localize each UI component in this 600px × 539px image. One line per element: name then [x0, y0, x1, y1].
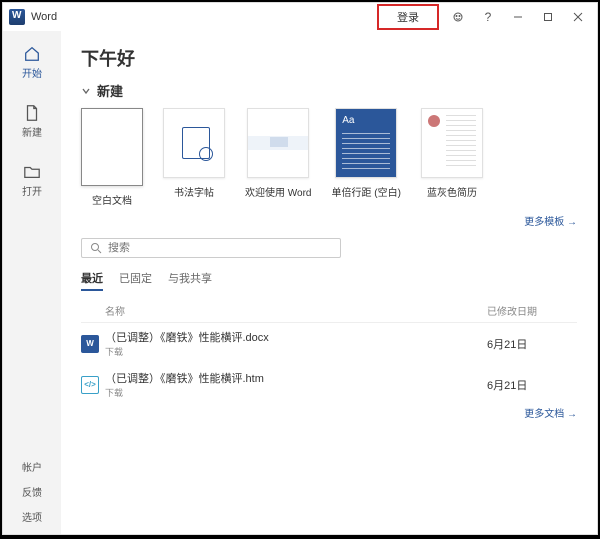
sidebar-item-options[interactable]: 选项: [22, 509, 42, 524]
template-label: 蓝灰色简历: [427, 184, 477, 199]
maximize-button[interactable]: [533, 6, 563, 28]
search-icon: [90, 242, 102, 254]
template-list: 空白文档 书法字帖 欢迎使用 Word 单倍行距 (空白) 蓝灰色简历: [81, 108, 577, 207]
emoji-icon[interactable]: [443, 6, 473, 28]
template-label: 单倍行距 (空白): [332, 184, 401, 199]
sidebar-label-open: 打开: [22, 183, 42, 198]
sidebar-item-feedback[interactable]: 反馈: [22, 484, 42, 499]
close-button[interactable]: [563, 6, 593, 28]
word-app-icon: [9, 9, 25, 25]
template-label: 欢迎使用 Word: [245, 184, 312, 199]
template-thumb: [163, 108, 225, 178]
more-documents-link[interactable]: 更多文档 →: [81, 405, 577, 420]
sidebar-label-new: 新建: [22, 124, 42, 139]
sidebar-item-open[interactable]: 打开: [3, 159, 61, 202]
signin-label: 登录: [397, 12, 419, 24]
template-calligraphy[interactable]: 书法字帖: [163, 108, 225, 207]
minimize-button[interactable]: [503, 6, 533, 28]
new-section-label: 新建: [97, 81, 123, 100]
template-welcome[interactable]: 欢迎使用 Word: [245, 108, 312, 207]
chevron-down-icon: [81, 86, 91, 96]
tab-recent[interactable]: 最近: [81, 270, 103, 291]
search-box[interactable]: [81, 238, 341, 258]
file-date: 6月21日: [487, 336, 577, 352]
template-thumb: [81, 108, 143, 186]
sidebar-item-home[interactable]: 开始: [3, 41, 61, 84]
template-label: 空白文档: [92, 192, 132, 207]
tab-shared[interactable]: 与我共享: [168, 270, 212, 291]
template-thumb: [247, 108, 309, 178]
template-resume[interactable]: 蓝灰色简历: [421, 108, 483, 207]
template-single-space[interactable]: 单倍行距 (空白): [332, 108, 401, 207]
file-name: （已调整）《磨铁》性能横评.htm: [105, 370, 487, 386]
htm-file-icon: </>: [81, 376, 99, 394]
template-label: 书法字帖: [174, 184, 214, 199]
greeting-heading: 下午好: [81, 45, 577, 71]
signin-button[interactable]: 登录: [377, 4, 439, 30]
tab-pinned[interactable]: 已固定: [119, 270, 152, 291]
more-templates-link[interactable]: 更多模板 →: [81, 213, 577, 228]
file-name: （已调整）《磨铁》性能横评.docx: [105, 329, 487, 345]
sidebar: 开始 新建 打开 帐户 反馈 选项: [3, 31, 61, 534]
folder-icon: [23, 163, 41, 181]
sidebar-item-account[interactable]: 帐户: [22, 459, 42, 474]
col-name: 名称: [105, 303, 487, 318]
file-row[interactable]: W （已调整）《磨铁》性能横评.docx 下载 6月21日: [81, 323, 577, 364]
search-input[interactable]: [108, 242, 332, 254]
file-date: 6月21日: [487, 377, 577, 393]
template-blank[interactable]: 空白文档: [81, 108, 143, 207]
col-date: 已修改日期: [487, 303, 577, 318]
recent-tabs: 最近 已固定 与我共享: [81, 270, 577, 291]
main-panel: 下午好 新建 空白文档 书法字帖 欢迎使用 Word: [61, 31, 597, 534]
template-thumb: [335, 108, 397, 178]
file-location: 下载: [105, 345, 487, 358]
sidebar-item-new[interactable]: 新建: [3, 100, 61, 143]
template-thumb: [421, 108, 483, 178]
file-row[interactable]: </> （已调整）《磨铁》性能横评.htm 下载 6月21日: [81, 364, 577, 405]
file-location: 下载: [105, 386, 487, 399]
sidebar-label-home: 开始: [22, 65, 42, 80]
help-icon[interactable]: ?: [473, 6, 503, 28]
file-list-header: 名称 已修改日期: [81, 299, 577, 323]
new-section-header[interactable]: 新建: [81, 81, 577, 100]
titlebar: Word 登录 ?: [3, 3, 597, 31]
docx-file-icon: W: [81, 335, 99, 353]
new-doc-icon: [23, 104, 41, 122]
home-icon: [23, 45, 41, 63]
app-title: Word: [31, 11, 57, 23]
